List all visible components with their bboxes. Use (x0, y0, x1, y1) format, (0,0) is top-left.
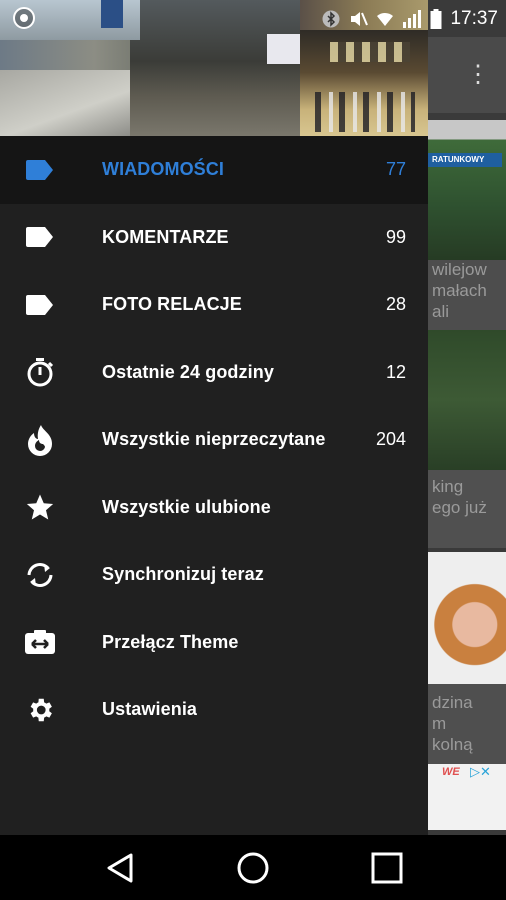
navigation-drawer: WIADOMOŚCI 77 KOMENTARZE 99 FOTO RELACJE… (0, 0, 428, 835)
menu-item-wszystkie-ulubione[interactable]: Wszystkie ulubione (0, 474, 428, 542)
menu-item-komentarze[interactable]: KOMENTARZE 99 (0, 204, 428, 272)
header-photo-sign (267, 34, 301, 64)
menu-item-wszystkie-nieprzeczytane[interactable]: Wszystkie nieprzeczytane 204 (0, 406, 428, 474)
drawer-menu: WIADOMOŚCI 77 KOMENTARZE 99 FOTO RELACJE… (0, 136, 428, 744)
header-photo-street (0, 70, 130, 136)
flame-icon (24, 424, 56, 456)
ad-banner[interactable] (428, 764, 506, 830)
menu-item-label: FOTO RELACJE (102, 294, 242, 315)
header-photo-people (315, 92, 415, 132)
news-card-text: wilejow małach ali (432, 260, 487, 321)
app-notification-icon (13, 7, 35, 29)
news-card-text: king ego już (432, 477, 487, 517)
vibrate-mute-icon (351, 11, 369, 26)
news-thumbnail[interactable] (428, 330, 506, 470)
clock: 17:37 (450, 7, 498, 29)
star-icon (24, 491, 56, 523)
menu-item-przelacz-theme[interactable]: Przełącz Theme (0, 609, 428, 677)
ad-banner-text: WE (442, 766, 460, 778)
menu-item-label: Synchronizuj teraz (102, 564, 264, 585)
header-photo-lights (330, 42, 410, 62)
signal-icon (403, 9, 422, 28)
menu-item-ustawienia[interactable]: Ustawienia (0, 676, 428, 744)
menu-item-label: Ostatnie 24 godziny (102, 361, 274, 382)
battery-icon (430, 8, 442, 29)
menu-item-count: 28 (385, 294, 406, 315)
overflow-menu-icon[interactable]: ⋮ (466, 60, 490, 90)
menu-item-label: KOMENTARZE (102, 226, 229, 247)
thumbnail-sign: RATUNKOWY (428, 153, 502, 167)
menu-item-label: Ustawienia (102, 699, 198, 720)
wifi-icon (377, 12, 394, 26)
menu-item-count: 204 (375, 429, 406, 450)
menu-item-label: Przełącz Theme (102, 631, 239, 652)
label-tag-icon (24, 289, 56, 321)
label-tag-icon (24, 221, 56, 253)
sync-icon (24, 559, 56, 591)
menu-item-label: Wszystkie ulubione (102, 496, 271, 517)
back-icon[interactable] (103, 851, 137, 885)
menu-item-count: 12 (385, 361, 406, 382)
recents-icon[interactable] (370, 851, 404, 885)
bluetooth-icon (322, 10, 340, 27)
home-icon[interactable] (236, 851, 270, 885)
status-icons: 17:37 (322, 0, 498, 37)
menu-item-label: WIADOMOŚCI (102, 159, 224, 180)
system-navigation-bar (0, 835, 506, 900)
switch-theme-icon (24, 626, 56, 658)
menu-item-ostatnie-24-godziny[interactable]: Ostatnie 24 godziny 12 (0, 339, 428, 407)
menu-item-foto-relacje[interactable]: FOTO RELACJE 28 (0, 271, 428, 339)
menu-item-count: 99 (385, 226, 406, 247)
label-tag-icon (24, 154, 56, 186)
news-thumbnail[interactable] (428, 120, 506, 260)
menu-item-synchronizuj-teraz[interactable]: Synchronizuj teraz (0, 541, 428, 609)
menu-item-label: Wszystkie nieprzeczytane (102, 429, 326, 450)
settings-gear-icon (24, 694, 56, 726)
news-thumbnail[interactable] (428, 552, 506, 684)
status-bar: 17:37 (0, 0, 506, 37)
timer-icon (24, 356, 56, 388)
menu-item-wiadomosci[interactable]: WIADOMOŚCI 77 (0, 136, 428, 204)
ad-choices-icon[interactable]: ▷✕ (470, 764, 491, 780)
menu-item-count: 77 (385, 159, 406, 180)
news-card-text: dzina m kolną (432, 693, 473, 754)
